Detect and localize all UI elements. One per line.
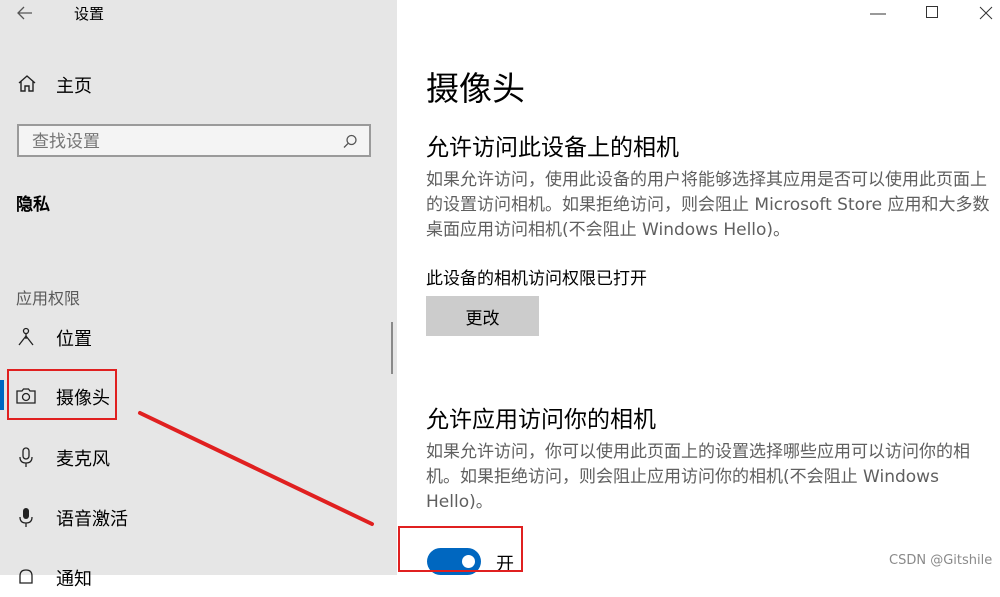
back-arrow-icon[interactable] [12, 2, 38, 24]
sidebar-item-microphone[interactable]: 麦克风 [0, 437, 380, 477]
section-description: 如果允许访问，使用此设备的用户将能够选择其应用是否可以使用此页面上的设置访问相机… [426, 170, 990, 240]
sidebar-item-label: 位置 [56, 329, 92, 350]
section-heading-app-access: 允许应用访问你的相机 [426, 407, 656, 433]
search-input[interactable] [32, 132, 332, 152]
annotation-box [398, 526, 523, 572]
search-box[interactable] [17, 124, 371, 157]
section-heading-device-access: 允许访问此设备上的相机 [426, 135, 679, 161]
home-icon[interactable] [16, 72, 38, 94]
group-title: 应用权限 [16, 289, 81, 308]
sidebar-item-label: 麦克风 [56, 449, 110, 470]
sidebar-item-label: 通知 [56, 569, 92, 590]
sidebar: 设置 主页 隐私 应用权限 位置 摄像头 麦克风 语音激 [0, 0, 397, 590]
status-text: 此设备的相机访问权限已打开 [426, 269, 647, 289]
close-icon[interactable] [977, 4, 995, 22]
maximize-icon[interactable] [924, 4, 940, 20]
sidebar-item-voice-activation[interactable]: 语音激活 [0, 497, 380, 537]
change-button[interactable]: 更改 [426, 296, 539, 336]
scrollbar[interactable] [391, 322, 393, 374]
minimize-icon[interactable] [868, 6, 888, 20]
search-icon[interactable] [341, 133, 359, 151]
sidebar-item-location[interactable]: 位置 [0, 317, 380, 357]
section-title: 隐私 [16, 195, 50, 215]
notification-icon [15, 566, 37, 588]
app-title: 设置 [74, 5, 105, 23]
page-title: 摄像头 [426, 69, 525, 108]
voice-icon [15, 506, 37, 528]
sidebar-item-label: 语音激活 [56, 509, 128, 530]
sidebar-item-notifications[interactable]: 通知 [0, 557, 380, 597]
annotation-box [7, 369, 117, 420]
microphone-icon [15, 446, 37, 468]
section-description: 如果允许访问，你可以使用此页面上的设置选择哪些应用可以访问你的相机。如果拒绝访问… [426, 442, 970, 512]
location-icon [15, 326, 37, 348]
watermark: CSDN @Gitshile [889, 553, 993, 568]
home-link[interactable]: 主页 [56, 72, 92, 98]
